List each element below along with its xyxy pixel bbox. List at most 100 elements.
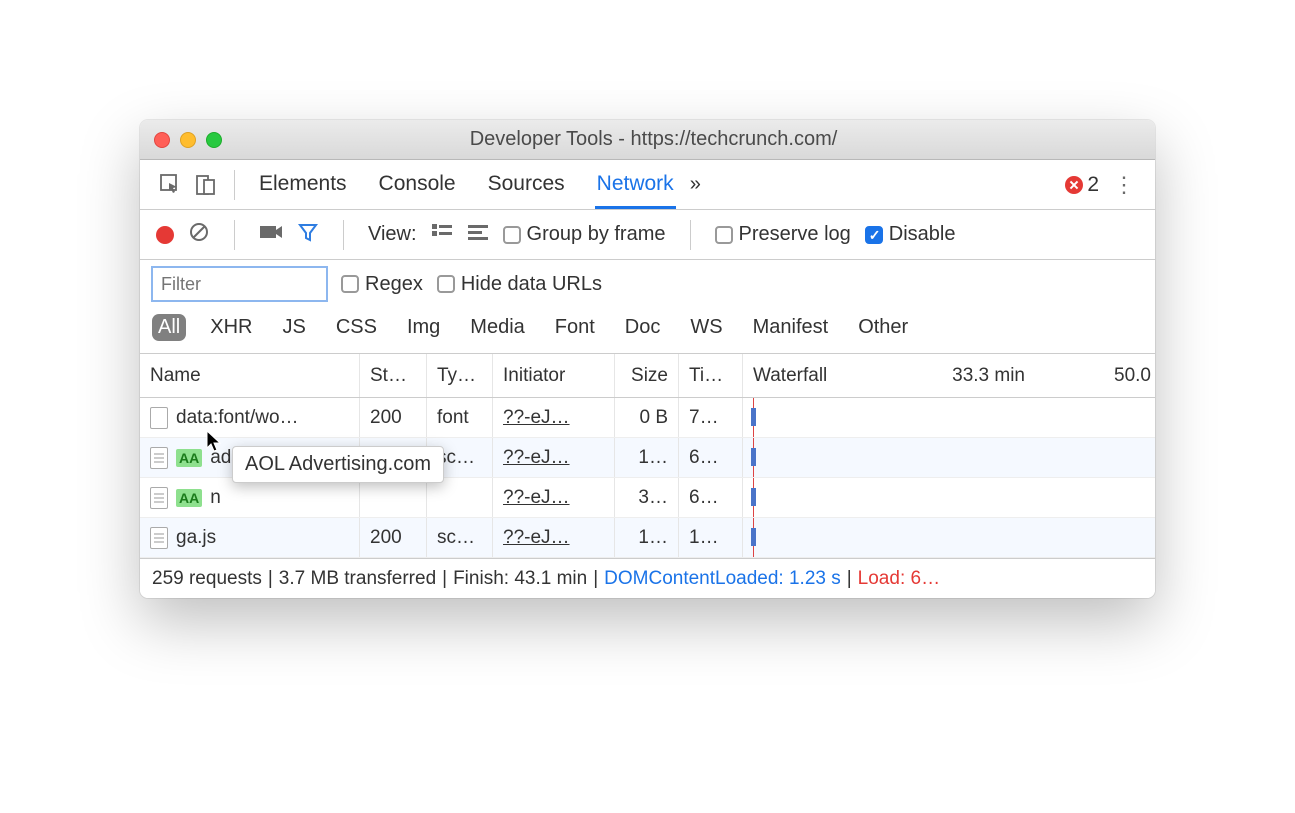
type-media[interactable]: Media [464, 314, 530, 341]
screenshot-button[interactable] [259, 223, 283, 246]
panel-tabbar: Elements Console Sources Network » 2 ⋮ [140, 160, 1155, 210]
divider [234, 170, 235, 200]
status-domcontentloaded: DOMContentLoaded: 1.23 s [604, 568, 841, 590]
status-transferred: 3.7 MB transferred [279, 568, 436, 590]
table-row[interactable]: data:font/wo…200font??-eJ…0 B7… [140, 398, 1155, 438]
network-toolbar: View: Group by frame Preserve log Disabl… [140, 210, 1155, 260]
cell-initiator[interactable]: ??-eJ… [493, 438, 615, 477]
cell-waterfall [743, 478, 1155, 517]
regex-label: Regex [365, 273, 423, 296]
device-toolbar-icon[interactable] [190, 170, 220, 200]
minimize-window-button[interactable] [180, 132, 196, 148]
filter-input[interactable] [152, 267, 327, 301]
type-manifest[interactable]: Manifest [747, 314, 835, 341]
request-name: data:font/wo… [176, 407, 299, 429]
tooltip: AOL Advertising.com [232, 446, 444, 483]
checkbox-icon [437, 275, 455, 293]
record-button[interactable] [156, 226, 174, 244]
col-name[interactable]: Name [140, 354, 360, 397]
large-rows-icon[interactable] [431, 223, 453, 246]
zoom-window-button[interactable] [206, 132, 222, 148]
small-rows-icon[interactable] [467, 223, 489, 246]
filter-toggle-icon[interactable] [297, 221, 319, 248]
status-finish: Finish: 43.1 min [453, 568, 587, 590]
preserve-log-label: Preserve log [739, 223, 851, 246]
cell-size: 0 B [615, 398, 679, 437]
waterfall-bar [751, 408, 756, 426]
type-img[interactable]: Img [401, 314, 446, 341]
col-type[interactable]: Ty… [427, 354, 493, 397]
type-css[interactable]: CSS [330, 314, 383, 341]
hide-data-urls-label: Hide data URLs [461, 273, 602, 296]
titlebar: Developer Tools - https://techcrunch.com… [140, 120, 1155, 160]
divider [690, 220, 691, 250]
type-font[interactable]: Font [549, 314, 601, 341]
hide-data-urls-checkbox[interactable]: Hide data URLs [437, 273, 602, 296]
cell-type: font [427, 398, 493, 437]
cell-initiator[interactable]: ??-eJ… [493, 518, 615, 557]
col-size[interactable]: Size [615, 354, 679, 397]
disable-cache-label: Disable [889, 223, 956, 246]
cell-status: 200 [360, 398, 427, 437]
panel-tabs: Elements Console Sources Network [257, 162, 676, 208]
settings-menu-button[interactable]: ⋮ [1103, 172, 1145, 198]
clear-button[interactable] [188, 221, 210, 248]
waterfall-bar [751, 488, 756, 506]
divider: | [442, 568, 447, 590]
col-initiator[interactable]: Initiator [493, 354, 615, 397]
type-xhr[interactable]: XHR [204, 314, 258, 341]
cell-time: 6… [679, 478, 743, 517]
group-by-frame-checkbox[interactable]: Group by frame [503, 223, 666, 246]
error-count[interactable]: 2 [1065, 173, 1099, 197]
type-other[interactable]: Other [852, 314, 914, 341]
waterfall-bar [751, 528, 756, 546]
checkbox-icon [341, 275, 359, 293]
table-row[interactable]: AAn??-eJ…3…6… [140, 478, 1155, 518]
cell-size: 1… [615, 438, 679, 477]
type-js[interactable]: JS [276, 314, 311, 341]
disable-cache-checkbox[interactable]: Disable [865, 223, 956, 246]
divider [234, 220, 235, 250]
file-icon [150, 447, 168, 469]
close-window-button[interactable] [154, 132, 170, 148]
tab-console[interactable]: Console [377, 162, 458, 208]
cell-time: 6… [679, 438, 743, 477]
cell-waterfall [743, 398, 1155, 437]
inspect-element-icon[interactable] [156, 170, 186, 200]
col-time[interactable]: Ti… [679, 354, 743, 397]
network-table: Name St… Ty… Initiator Size Ti… Waterfal… [140, 354, 1155, 558]
checkbox-icon [715, 226, 733, 244]
cell-status: 200 [360, 518, 427, 557]
table-header: Name St… Ty… Initiator Size Ti… Waterfal… [140, 354, 1155, 398]
cell-initiator[interactable]: ??-eJ… [493, 398, 615, 437]
tab-network[interactable]: Network [595, 162, 676, 209]
cell-initiator[interactable]: ??-eJ… [493, 478, 615, 517]
more-tabs-button[interactable]: » [680, 173, 711, 196]
divider: | [847, 568, 852, 590]
type-all[interactable]: All [152, 314, 186, 341]
tab-sources[interactable]: Sources [486, 162, 567, 208]
regex-checkbox[interactable]: Regex [341, 273, 423, 296]
waterfall-label: Waterfall [753, 365, 827, 387]
group-by-frame-label: Group by frame [527, 223, 666, 246]
checkbox-icon [865, 226, 883, 244]
devtools-window: Developer Tools - https://techcrunch.com… [140, 120, 1155, 598]
axis-tick: 33.3 min [952, 365, 1025, 387]
col-waterfall[interactable]: Waterfall 33.3 min 50.0 [743, 354, 1155, 397]
ad-badge: AA [176, 449, 202, 467]
cell-type: sc… [427, 518, 493, 557]
window-title: Developer Tools - https://techcrunch.com… [222, 128, 1085, 151]
ad-badge: AA [176, 489, 202, 507]
type-doc[interactable]: Doc [619, 314, 667, 341]
divider [343, 220, 344, 250]
cell-waterfall [743, 438, 1155, 477]
checkbox-icon [503, 226, 521, 244]
col-status[interactable]: St… [360, 354, 427, 397]
tab-elements[interactable]: Elements [257, 162, 349, 208]
type-ws[interactable]: WS [684, 314, 728, 341]
status-requests: 259 requests [152, 568, 262, 590]
table-row[interactable]: ga.js200sc…??-eJ…1…1… [140, 518, 1155, 558]
preserve-log-checkbox[interactable]: Preserve log [715, 223, 851, 246]
cell-waterfall [743, 518, 1155, 557]
divider: | [593, 568, 598, 590]
